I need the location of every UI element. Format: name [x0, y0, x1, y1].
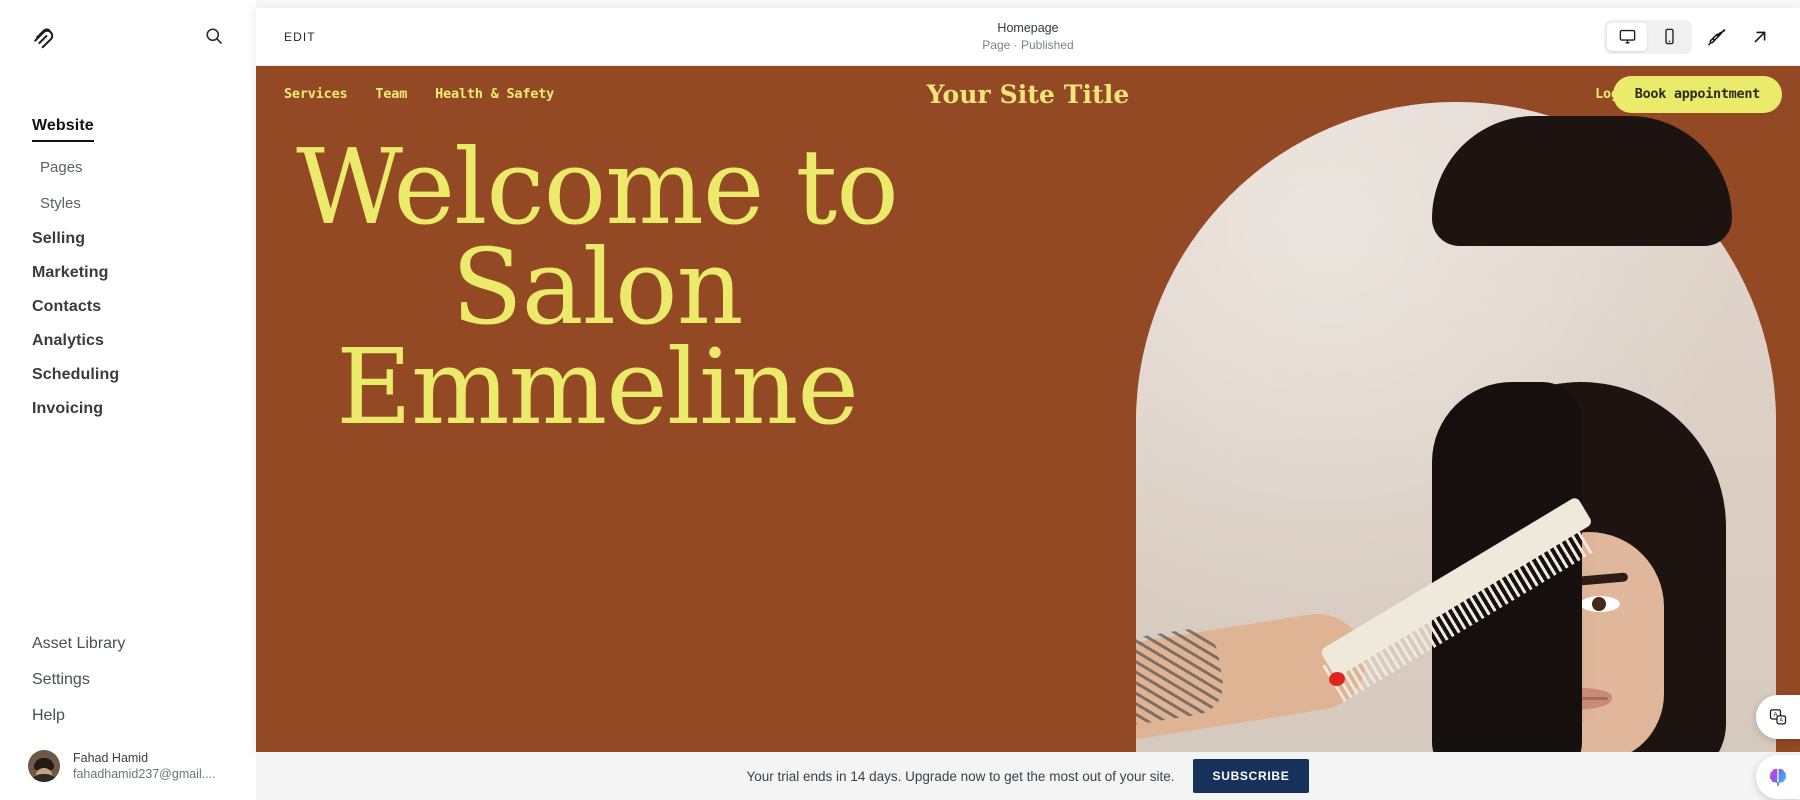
mobile-phone-icon[interactable] [1649, 23, 1689, 51]
paintbrush-icon[interactable] [1696, 20, 1736, 54]
sidebar-item-website[interactable]: Website [0, 112, 256, 150]
sidebar-footer-nav: Asset Library Settings Help Fahad Hamid … [0, 626, 256, 800]
search-icon[interactable] [200, 22, 228, 50]
desktop-monitor-icon[interactable] [1607, 22, 1647, 51]
arrow-up-right-icon[interactable] [1740, 20, 1780, 54]
photo-subject [1136, 102, 1776, 752]
subscribe-button[interactable]: SUBSCRIBE [1192, 759, 1310, 793]
site-body: Welcome to Salon Emmeline [256, 66, 1800, 752]
sidebar-item-analytics[interactable]: Analytics [0, 324, 256, 358]
page-info: Homepage Page · Published [982, 21, 1073, 52]
page-status: Page · Published [982, 37, 1074, 52]
sidebar-item-invoicing[interactable]: Invoicing [0, 392, 256, 426]
sidebar-nav: Website Pages Styles Selling Marketing C… [0, 72, 256, 426]
hero-heading[interactable]: Welcome to Salon Emmeline [256, 135, 916, 439]
user-account-row[interactable]: Fahad Hamid fahadhamid237@gmail.... [0, 734, 256, 782]
hero-image[interactable] [1136, 102, 1776, 752]
page-title: Homepage [997, 21, 1059, 36]
svg-text:A: A [1780, 718, 1784, 724]
sidebar-item-help[interactable]: Help [0, 698, 256, 734]
user-name: Fahad Hamid [73, 750, 149, 765]
site-nav-health-safety[interactable]: Health & Safety [435, 86, 554, 102]
site-header-actions: Login Book appointment [1595, 75, 1782, 113]
sidebar-item-settings[interactable]: Settings [0, 662, 256, 698]
squarespace-logo-icon[interactable] [30, 21, 60, 51]
trial-banner: Your trial ends in 14 days. Upgrade now … [256, 752, 1800, 800]
sidebar-item-scheduling[interactable]: Scheduling [0, 358, 256, 392]
main-panel: EDIT Homepage Page · Published Welcome t… [256, 0, 1800, 800]
user-email: fahadhamid237@gmail.... [73, 766, 216, 781]
site-header: Services Team Health & Safety Your Site … [256, 66, 1800, 122]
toolbar-actions [1604, 19, 1780, 54]
preview-canvas-frame: EDIT Homepage Page · Published Welcome t… [256, 8, 1800, 752]
app-root: Website Pages Styles Selling Marketing C… [0, 0, 1800, 800]
preview-toolbar: EDIT Homepage Page · Published [256, 8, 1800, 66]
site-preview[interactable]: Welcome to Salon Emmeline Services Team … [256, 66, 1800, 752]
sidebar-item-website-label: Website [32, 116, 94, 142]
user-meta: Fahad Hamid fahadhamid237@gmail.... [73, 751, 216, 782]
site-nav-team[interactable]: Team [375, 86, 407, 102]
edit-button[interactable]: EDIT [284, 30, 316, 44]
brain-ai-icon[interactable] [1756, 755, 1800, 799]
site-nav-services[interactable]: Services [284, 86, 348, 102]
sidebar-item-pages[interactable]: Pages [0, 150, 256, 186]
sidebar-item-styles[interactable]: Styles [0, 186, 256, 222]
translate-icon[interactable]: A A [1756, 695, 1800, 739]
site-title[interactable]: Your Site Title [927, 80, 1130, 109]
left-sidebar: Website Pages Styles Selling Marketing C… [0, 0, 256, 800]
book-appointment-button[interactable]: Book appointment [1612, 75, 1782, 113]
sidebar-header [0, 0, 256, 72]
sidebar-item-marketing[interactable]: Marketing [0, 256, 256, 290]
avatar [28, 750, 60, 782]
sidebar-item-selling[interactable]: Selling [0, 222, 256, 256]
trial-message: Your trial ends in 14 days. Upgrade now … [746, 768, 1175, 784]
device-toggle-group [1604, 19, 1692, 54]
site-nav: Services Team Health & Safety [284, 86, 554, 102]
sidebar-item-asset-library[interactable]: Asset Library [0, 626, 256, 662]
sidebar-item-contacts[interactable]: Contacts [0, 290, 256, 324]
